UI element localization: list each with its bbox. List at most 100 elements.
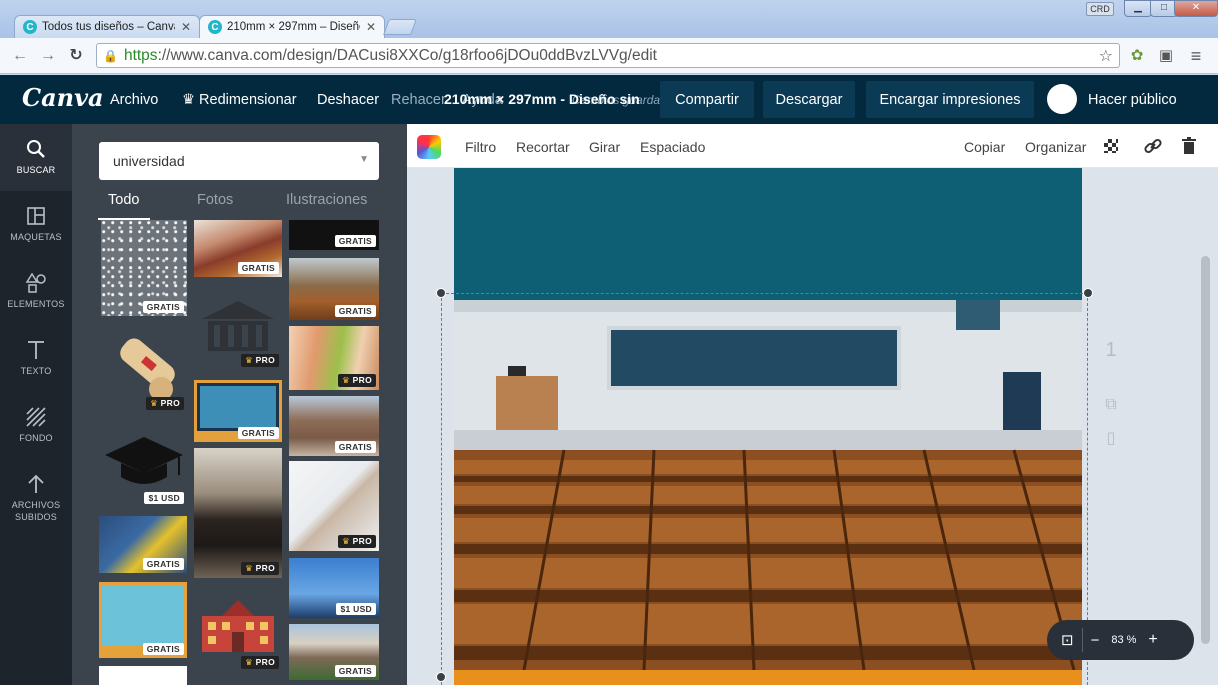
share-button[interactable]: Compartir — [660, 81, 754, 118]
search-result-frame-blue[interactable]: GRATIS — [99, 582, 187, 658]
search-result-building-icon[interactable]: PRO — [194, 289, 282, 370]
close-icon[interactable]: ✕ — [366, 20, 376, 34]
window-close-button[interactable]: ✕ — [1174, 0, 1218, 17]
canva-logo[interactable]: Canva — [22, 83, 104, 112]
zoom-level: 83 % — [1111, 634, 1137, 646]
chalkboard-inner — [197, 383, 279, 431]
rail-item-buscar[interactable]: BUSCAR — [0, 124, 72, 190]
forward-icon[interactable]: → — [38, 46, 58, 66]
search-result-graduate-photo[interactable]: PRO — [194, 448, 282, 578]
resize-handle-top-right[interactable] — [1083, 288, 1093, 298]
profile-badge[interactable]: CRD — [1086, 2, 1114, 16]
rail-label: MAQUETAS — [10, 232, 62, 242]
search-result-lecture-hall[interactable]: GRATIS — [289, 258, 379, 320]
avatar[interactable] — [1047, 84, 1077, 114]
transparency-icon[interactable] — [1104, 139, 1118, 153]
left-rail: BUSCAR MAQUETAS ELEMENTOS TEXTO FONDO AR… — [0, 124, 72, 685]
resize-handle-top-left[interactable] — [436, 288, 446, 298]
search-result-diploma[interactable]: PRO — [101, 329, 187, 413]
pro-badge: PRO — [338, 374, 376, 387]
trash-icon[interactable] — [1179, 136, 1199, 156]
vertical-scrollbar[interactable] — [1201, 256, 1210, 644]
browser-tab-todos[interactable]: C Todos tus diseños – Canva ✕ — [14, 15, 200, 38]
menu-archivo[interactable]: Archivo — [110, 92, 158, 108]
zoom-in-button[interactable]: + — [1148, 631, 1157, 649]
delete-page-icon[interactable]: ▯ — [1100, 428, 1122, 448]
search-result-campus[interactable]: GRATIS — [289, 396, 379, 456]
search-result-school-illustration[interactable]: PRO — [194, 594, 282, 672]
make-public-button[interactable]: Hacer público — [1088, 92, 1177, 108]
link-icon[interactable] — [1143, 136, 1163, 156]
rail-label: ELEMENTOS — [7, 299, 65, 309]
tab-title: 210mm × 297mm – Diseño sin título — [227, 21, 360, 33]
rail-item-maquetas[interactable]: MAQUETAS — [0, 191, 72, 257]
rail-label: ARCHIVOS SUBIDOS — [11, 500, 61, 522]
canva-favicon-icon: C — [208, 20, 222, 34]
document-title[interactable]: 210mm × 297mm - Diseño sin — [444, 91, 640, 107]
rail-item-archivos[interactable]: ARCHIVOS SUBIDOS — [0, 459, 72, 539]
pro-badge: PRO — [338, 535, 376, 548]
address-bar[interactable]: 🔒 https://www.canva.com/design/DACusi8XX… — [96, 43, 1120, 68]
search-result-chalkboard[interactable]: GRATIS — [194, 380, 282, 442]
zoom-out-button[interactable]: − — [1091, 632, 1100, 649]
rail-item-texto[interactable]: TEXTO — [0, 325, 72, 391]
rail-label: FONDO — [19, 433, 53, 443]
editor-area: Filtro Recortar Girar Espaciado Copiar O… — [407, 124, 1218, 685]
filter-button[interactable]: Filtro — [465, 139, 496, 155]
url-text: ://www.canva.com/design/DACusi8XXCo/g18r… — [157, 46, 657, 64]
download-button[interactable]: Descargar — [763, 81, 855, 118]
canva-topbar: Canva Archivo ♛ Redimensionar Deshacer R… — [0, 75, 1218, 124]
crop-button[interactable]: Recortar — [516, 139, 570, 155]
reload-icon[interactable]: ↻ — [66, 46, 86, 66]
bookmark-star-icon[interactable]: ☆ — [1099, 46, 1113, 66]
duplicate-page-icon[interactable]: ⧉ — [1100, 396, 1122, 414]
resize-handle-bottom-left[interactable] — [436, 672, 446, 682]
rail-item-fondo[interactable]: FONDO — [0, 392, 72, 458]
search-result-pattern[interactable]: GRATIS — [101, 220, 187, 316]
chevron-down-icon[interactable]: ▼ — [359, 154, 369, 165]
menu-redimensionar[interactable]: ♛ Redimensionar — [182, 92, 297, 108]
search-result-caps-sky[interactable]: $1 USD — [289, 558, 379, 618]
copy-button[interactable]: Copiar — [964, 139, 1005, 155]
tab-todo[interactable]: Todo — [108, 192, 139, 208]
free-badge: GRATIS — [334, 305, 376, 317]
rotate-button[interactable]: Girar — [589, 139, 620, 155]
search-input[interactable]: universidad ▼ — [99, 142, 379, 180]
search-result-books[interactable]: GRATIS — [194, 220, 282, 277]
free-badge: GRATIS — [142, 301, 184, 313]
menu-deshacer[interactable]: Deshacer — [317, 92, 379, 108]
search-result-grad-cap[interactable]: $1 USD — [101, 431, 187, 507]
pro-badge: PRO — [241, 562, 279, 575]
present-icon[interactable]: ⊡ — [1061, 631, 1074, 649]
free-badge: GRATIS — [142, 558, 184, 570]
free-badge: GRATIS — [334, 441, 376, 453]
new-tab-button[interactable] — [383, 19, 417, 35]
tab-fotos[interactable]: Fotos — [197, 192, 233, 208]
page-controls: 1 ⧉ ▯ — [1100, 339, 1122, 448]
extension-window-icon[interactable]: ▣ — [1156, 46, 1176, 66]
search-result-man-laptop[interactable]: PRO — [289, 461, 379, 551]
search-result-students[interactable]: PRO — [289, 326, 379, 390]
free-badge: GRATIS — [334, 665, 376, 677]
color-picker-button[interactable] — [417, 135, 441, 159]
search-value: universidad — [113, 153, 185, 169]
back-icon[interactable]: ← — [10, 46, 30, 66]
browser-tab-design[interactable]: C 210mm × 297mm – Diseño sin título ✕ — [199, 15, 385, 38]
editor-toolbar: Filtro Recortar Girar Espaciado Copiar O… — [407, 124, 1218, 168]
order-prints-button[interactable]: Encargar impresiones — [866, 81, 1034, 118]
search-result-dark[interactable]: GRATIS — [289, 220, 379, 250]
minimize-button[interactable]: ▁ — [1124, 0, 1152, 17]
tab-ilustraciones[interactable]: Ilustraciones — [286, 192, 367, 208]
arrange-button[interactable]: Organizar — [1025, 139, 1086, 155]
search-result-partial[interactable] — [99, 666, 187, 685]
text-icon — [28, 341, 44, 359]
browser-menu-icon[interactable]: ≡ — [1186, 46, 1206, 66]
shapes-icon — [25, 272, 46, 293]
search-result-caps-photo[interactable]: GRATIS — [99, 516, 187, 573]
menu-rehacer[interactable]: Rehacer — [391, 92, 446, 108]
spacing-button[interactable]: Espaciado — [640, 139, 705, 155]
extension-puzzle-icon[interactable]: ✿ — [1127, 46, 1147, 66]
search-result-mansion[interactable]: GRATIS — [289, 624, 379, 680]
rail-item-elementos[interactable]: ELEMENTOS — [0, 258, 72, 324]
close-icon[interactable]: ✕ — [181, 20, 191, 34]
